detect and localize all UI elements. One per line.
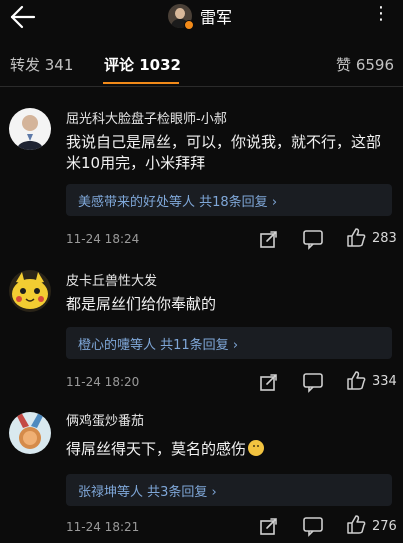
smile-emoji-icon [248, 440, 265, 456]
reply-summary[interactable]: 张禄坤等人 共3条回复 › [66, 474, 392, 506]
avatar-person-icon [17, 115, 43, 150]
comment-time: 11-24 18:24 [66, 232, 140, 246]
comment-time: 11-24 18:20 [66, 375, 140, 389]
active-tab-indicator [103, 82, 179, 84]
chevron-right-icon: › [232, 338, 239, 353]
thumb-up-icon[interactable] [345, 513, 367, 535]
comment-author[interactable]: 俩鸡蛋炒番茄 [66, 410, 144, 429]
tab-likes[interactable]: 赞 6596 [336, 44, 394, 86]
comment-icon[interactable] [302, 515, 324, 537]
comment-text: 我说自己是屌丝，可以，你说我，就不行，这部米10用完，小米拜拜 [66, 133, 382, 172]
avatar-medal-icon [15, 412, 45, 449]
page-title: 雷军 [200, 8, 233, 27]
like-count: 276 [372, 519, 397, 534]
comment-icon[interactable] [302, 371, 324, 393]
comment-text: 都是屌丝们给你奉献的 [66, 295, 217, 313]
tabs-bar: 转发 341 评论 1032 赞 6596 [0, 44, 403, 87]
share-icon[interactable] [258, 371, 280, 393]
reply-summary-text: 张禄坤等人 共3条回复 › [78, 485, 217, 500]
tab-comments[interactable]: 评论 1032 [104, 44, 181, 86]
chevron-right-icon: › [211, 485, 217, 500]
top-bar: 雷军 ⋮ [0, 0, 403, 36]
comment-author[interactable]: 屈光科大脸盘子检眼师-小郝 [66, 108, 227, 127]
more-dots-icon[interactable]: ⋮ [369, 2, 393, 26]
comment-text: 得屌丝得天下，莫名的感伤 [66, 440, 247, 458]
like-count: 283 [372, 231, 397, 246]
comment-time: 11-24 18:21 [66, 520, 140, 534]
avatar[interactable] [9, 270, 51, 312]
back-arrow-icon[interactable] [6, 3, 38, 31]
avatar[interactable] [9, 108, 51, 150]
thumb-up-icon[interactable] [345, 226, 367, 248]
reply-summary-text: 美感带来的好处等人 共18条回复 › [78, 195, 278, 210]
share-icon[interactable] [258, 228, 280, 250]
profile-title[interactable]: 雷军 [168, 4, 232, 28]
comment-icon[interactable] [302, 228, 324, 250]
thumb-up-icon[interactable] [345, 369, 367, 391]
comment-text-wrap: 得屌丝得天下，莫名的感伤 [66, 439, 386, 460]
comment-author[interactable]: 皮卡丘兽性大发 [66, 270, 157, 289]
chevron-right-icon: › [271, 195, 278, 210]
like-count: 334 [372, 374, 397, 389]
tab-reposts[interactable]: 转发 341 [10, 44, 73, 86]
reply-summary[interactable]: 美感带来的好处等人 共18条回复 › [66, 184, 392, 216]
reply-summary[interactable]: 橙心的嚏等人 共11条回复 › [66, 327, 392, 359]
verified-badge-icon [184, 20, 194, 30]
avatar-pikachu-icon [12, 272, 48, 309]
share-icon[interactable] [258, 515, 280, 537]
reply-summary-text: 橙心的嚏等人 共11条回复 › [78, 338, 239, 353]
avatar[interactable] [9, 412, 51, 454]
